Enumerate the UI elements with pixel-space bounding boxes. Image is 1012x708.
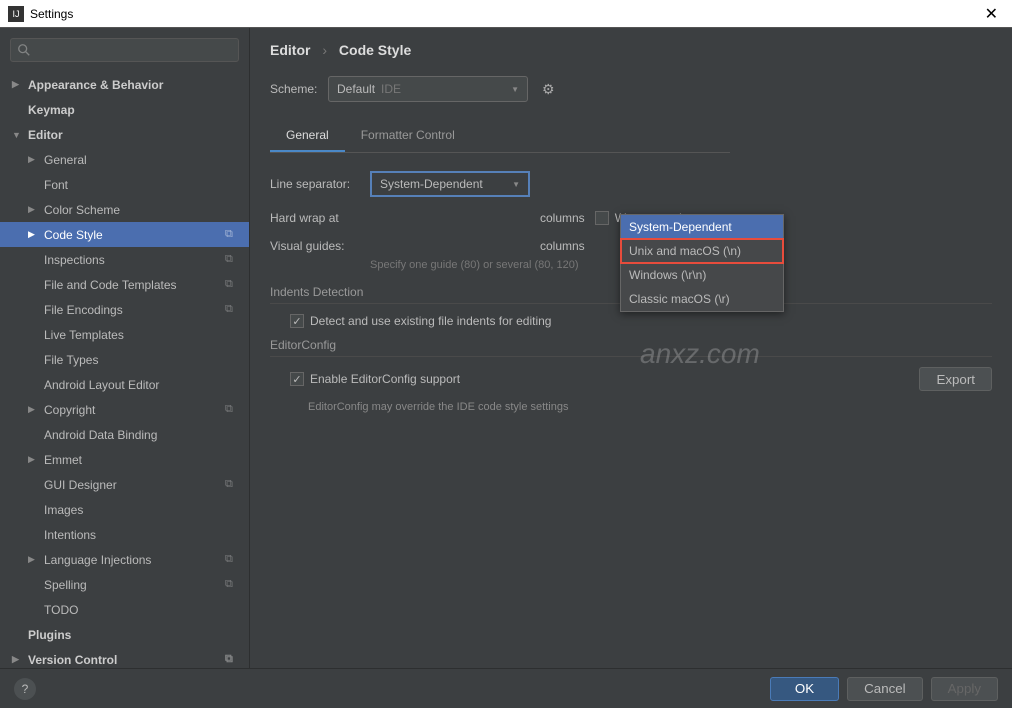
help-button[interactable]: ? <box>14 678 36 700</box>
breadcrumb-codestyle: Code Style <box>339 42 411 58</box>
sidebar-item-editor[interactable]: ▼Editor <box>0 122 249 147</box>
sidebar-item-images[interactable]: Images <box>0 497 249 522</box>
line-separator-label: Line separator: <box>270 177 370 191</box>
dropdown-item-windows[interactable]: Windows (\r\n) <box>621 263 783 287</box>
tab-formatter-control[interactable]: Formatter Control <box>345 120 471 152</box>
copy-icon: ⧉ <box>225 578 239 591</box>
sidebar-item-color-scheme[interactable]: ▶Color Scheme <box>0 197 249 222</box>
copy-icon: ⧉ <box>225 403 239 416</box>
scheme-select[interactable]: Default IDE ▼ <box>328 76 528 102</box>
sidebar-item-intentions[interactable]: Intentions <box>0 522 249 547</box>
hard-wrap-label: Hard wrap at <box>270 211 370 225</box>
dropdown-item-system[interactable]: System-Dependent <box>621 215 783 239</box>
copy-icon: ⧉ <box>225 553 239 566</box>
window-title: Settings <box>30 7 979 21</box>
cancel-button[interactable]: Cancel <box>847 677 923 701</box>
sidebar-item-keymap[interactable]: Keymap <box>0 97 249 122</box>
line-separator-dropdown: System-Dependent Unix and macOS (\n) Win… <box>620 214 784 312</box>
sidebar-item-file-encodings[interactable]: File Encodings⧉ <box>0 297 249 322</box>
ok-button[interactable]: OK <box>770 677 839 701</box>
scheme-label: Scheme: <box>270 82 328 96</box>
sidebar-item-todo[interactable]: TODO <box>0 597 249 622</box>
sidebar-item-android-layout-editor[interactable]: Android Layout Editor <box>0 372 249 397</box>
section-editorconfig: EditorConfig <box>270 338 992 357</box>
sidebar-item-emmet[interactable]: ▶Emmet <box>0 447 249 472</box>
detect-indents-checkbox[interactable]: Detect and use existing file indents for… <box>290 314 551 328</box>
copy-icon: ⧉ <box>225 228 239 241</box>
search-icon <box>17 43 31 57</box>
sidebar-item-code-style[interactable]: ▶Code Style⧉ <box>0 222 249 247</box>
app-icon: IJ <box>8 6 24 22</box>
sidebar-item-file-types[interactable]: File Types <box>0 347 249 372</box>
chevron-down-icon: ▼ <box>512 180 520 189</box>
titlebar: IJ Settings ✕ <box>0 0 1012 28</box>
export-button[interactable]: Export <box>919 367 992 391</box>
sidebar-item-plugins[interactable]: Plugins <box>0 622 249 647</box>
sidebar-item-file-and-code-templates[interactable]: File and Code Templates⧉ <box>0 272 249 297</box>
settings-tree: ▶Appearance & BehaviorKeymap▼Editor▶Gene… <box>0 72 249 668</box>
line-separator-select[interactable]: System-Dependent ▼ <box>370 171 530 197</box>
detect-indents-label: Detect and use existing file indents for… <box>310 314 551 328</box>
checkbox-icon <box>290 372 304 386</box>
tab-general[interactable]: General <box>270 120 345 152</box>
sidebar-item-live-templates[interactable]: Live Templates <box>0 322 249 347</box>
dropdown-item-classic[interactable]: Classic macOS (\r) <box>621 287 783 311</box>
main-panel: Editor › Code Style Scheme: Default IDE ▼… <box>250 28 1012 668</box>
tabs: General Formatter Control <box>270 120 730 153</box>
checkbox-icon <box>595 211 609 225</box>
breadcrumb: Editor › Code Style <box>270 42 992 58</box>
gear-icon[interactable]: ⚙ <box>542 81 555 98</box>
dropdown-item-unix[interactable]: Unix and macOS (\n) <box>621 239 783 263</box>
sidebar-item-inspections[interactable]: Inspections⧉ <box>0 247 249 272</box>
sidebar-item-general[interactable]: ▶General <box>0 147 249 172</box>
scheme-value: Default <box>337 82 375 96</box>
chevron-right-icon: › <box>322 42 327 58</box>
sidebar-item-font[interactable]: Font <box>0 172 249 197</box>
editorconfig-checkbox[interactable]: Enable EditorConfig support <box>290 372 460 386</box>
sidebar-item-version-control[interactable]: ▶Version Control⧉ <box>0 647 249 668</box>
columns-text: columns <box>540 211 585 225</box>
copy-icon: ⧉ <box>225 303 239 316</box>
sidebar-item-copyright[interactable]: ▶Copyright⧉ <box>0 397 249 422</box>
breadcrumb-editor[interactable]: Editor <box>270 42 310 58</box>
close-icon[interactable]: ✕ <box>979 4 1004 24</box>
checkbox-icon <box>290 314 304 328</box>
footer: ? OK Cancel Apply <box>0 668 1012 708</box>
copy-icon: ⧉ <box>225 653 239 666</box>
apply-button[interactable]: Apply <box>931 677 998 701</box>
search-input[interactable] <box>10 38 239 62</box>
sidebar-item-language-injections[interactable]: ▶Language Injections⧉ <box>0 547 249 572</box>
chevron-down-icon: ▼ <box>511 85 519 94</box>
copy-icon: ⧉ <box>225 253 239 266</box>
line-separator-value: System-Dependent <box>380 177 483 191</box>
editorconfig-hint: EditorConfig may override the IDE code s… <box>270 401 992 413</box>
copy-icon: ⧉ <box>225 478 239 491</box>
visual-guides-label: Visual guides: <box>270 239 370 253</box>
copy-icon: ⧉ <box>225 278 239 291</box>
sidebar: ▶Appearance & BehaviorKeymap▼Editor▶Gene… <box>0 28 250 668</box>
sidebar-item-appearance-behavior[interactable]: ▶Appearance & Behavior <box>0 72 249 97</box>
sidebar-item-spelling[interactable]: Spelling⧉ <box>0 572 249 597</box>
columns-text: columns <box>540 239 585 253</box>
sidebar-item-gui-designer[interactable]: GUI Designer⧉ <box>0 472 249 497</box>
sidebar-item-android-data-binding[interactable]: Android Data Binding <box>0 422 249 447</box>
editorconfig-label: Enable EditorConfig support <box>310 372 460 386</box>
scheme-tag: IDE <box>381 82 401 96</box>
